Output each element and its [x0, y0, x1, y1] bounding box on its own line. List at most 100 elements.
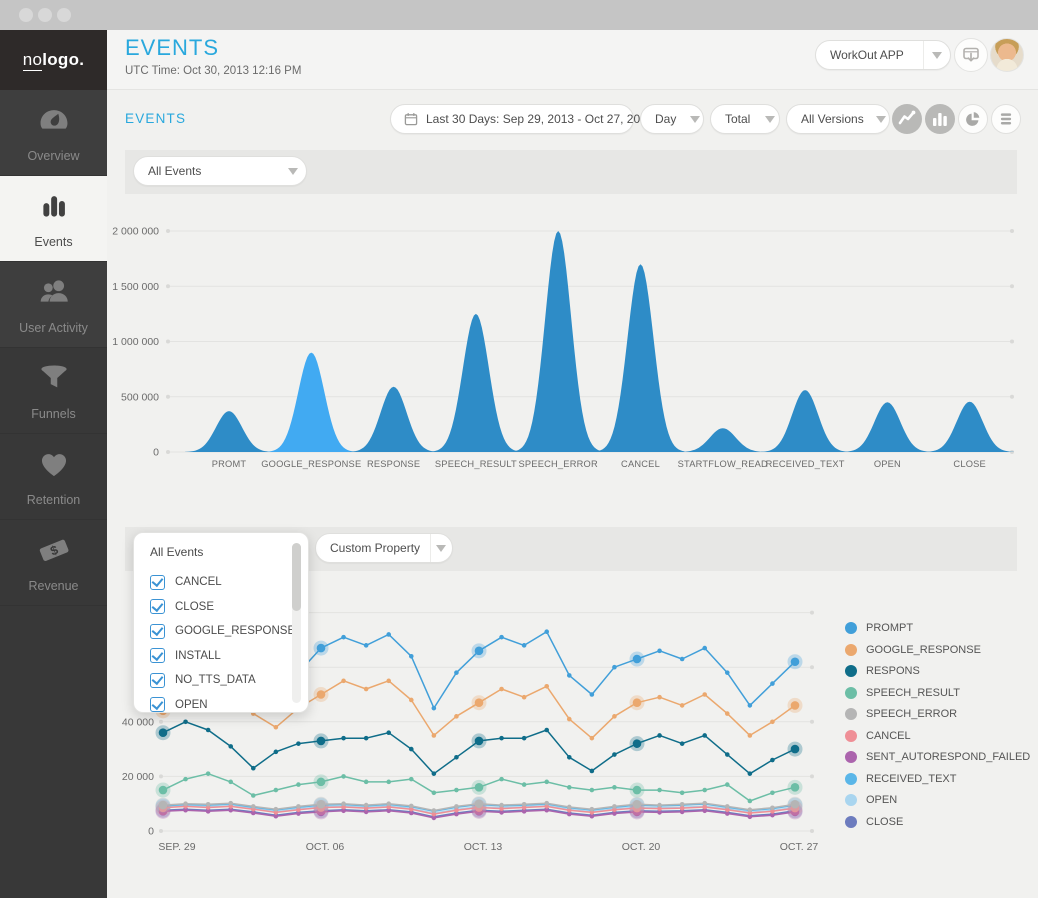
events-filter-dropdown[interactable]: All Events: [133, 156, 307, 186]
legend-item-close[interactable]: CLOSE: [845, 816, 1030, 828]
data-point[interactable]: [159, 786, 168, 795]
data-point[interactable]: [409, 747, 414, 752]
data-point[interactable]: [454, 804, 459, 809]
data-point[interactable]: [748, 799, 753, 804]
data-point[interactable]: [590, 692, 595, 697]
data-point[interactable]: [317, 778, 326, 787]
legend-item-respons[interactable]: RESPONS: [845, 665, 1030, 677]
data-point[interactable]: [748, 807, 753, 812]
data-point[interactable]: [475, 647, 484, 656]
user-avatar[interactable]: [990, 38, 1024, 72]
sidebar-item-overview[interactable]: Overview: [0, 90, 107, 176]
versions-dropdown[interactable]: All Versions: [786, 104, 890, 134]
window-control-dot[interactable]: [57, 8, 71, 22]
data-point[interactable]: [296, 782, 301, 787]
data-point[interactable]: [657, 803, 662, 808]
data-point[interactable]: [499, 635, 504, 640]
data-point[interactable]: [791, 800, 800, 809]
data-point[interactable]: [228, 744, 233, 749]
data-point[interactable]: [770, 681, 775, 686]
logo[interactable]: nologo.: [0, 30, 107, 90]
checkbox-checked-icon[interactable]: [150, 599, 165, 614]
data-point[interactable]: [725, 752, 730, 757]
window-control-dot[interactable]: [38, 8, 52, 22]
data-point[interactable]: [522, 736, 527, 741]
legend-item-received_text[interactable]: RECEIVED_TEXT: [845, 773, 1030, 785]
data-point[interactable]: [364, 687, 369, 692]
data-point[interactable]: [544, 684, 549, 689]
data-point[interactable]: [791, 783, 800, 792]
data-point[interactable]: [386, 730, 391, 735]
sidebar-item-funnels[interactable]: Funnels: [0, 348, 107, 434]
data-point[interactable]: [791, 701, 800, 710]
event-curve-speech_result[interactable]: [432, 314, 520, 452]
data-point[interactable]: [274, 807, 279, 812]
checkbox-checked-icon[interactable]: [150, 624, 165, 639]
data-point[interactable]: [725, 711, 730, 716]
data-point[interactable]: [364, 803, 369, 808]
data-point[interactable]: [725, 670, 730, 675]
data-point[interactable]: [454, 755, 459, 760]
checkbox-checked-icon[interactable]: [150, 575, 165, 590]
data-point[interactable]: [454, 788, 459, 793]
data-point[interactable]: [702, 733, 707, 738]
data-point[interactable]: [748, 733, 753, 738]
data-point[interactable]: [590, 788, 595, 793]
data-point[interactable]: [432, 706, 437, 711]
data-point[interactable]: [702, 801, 707, 806]
sidebar-item-revenue[interactable]: $Revenue: [0, 520, 107, 606]
menu-view-button[interactable]: [991, 104, 1021, 134]
data-point[interactable]: [432, 733, 437, 738]
data-point[interactable]: [432, 790, 437, 795]
data-point[interactable]: [228, 780, 233, 785]
data-point[interactable]: [633, 655, 642, 664]
data-point[interactable]: [251, 793, 256, 798]
data-point[interactable]: [475, 783, 484, 792]
legend-item-open[interactable]: OPEN: [845, 794, 1030, 806]
data-point[interactable]: [770, 720, 775, 725]
data-point[interactable]: [770, 805, 775, 810]
data-point[interactable]: [499, 777, 504, 782]
panel-scrollbar[interactable]: [292, 543, 301, 703]
data-point[interactable]: [274, 788, 279, 793]
data-point[interactable]: [251, 804, 256, 809]
data-point[interactable]: [702, 692, 707, 697]
data-point[interactable]: [612, 714, 617, 719]
data-point[interactable]: [633, 698, 642, 707]
data-point[interactable]: [274, 750, 279, 755]
event-option-install[interactable]: INSTALL: [150, 644, 294, 669]
data-point[interactable]: [633, 739, 642, 748]
granularity-dropdown[interactable]: Day: [640, 104, 704, 134]
data-point[interactable]: [386, 632, 391, 637]
data-point[interactable]: [567, 755, 572, 760]
data-point[interactable]: [475, 737, 484, 746]
data-point[interactable]: [499, 803, 504, 808]
event-curve-close[interactable]: [926, 402, 1014, 452]
event-curve-open[interactable]: [843, 402, 931, 452]
data-point[interactable]: [499, 687, 504, 692]
data-point[interactable]: [680, 657, 685, 662]
event-curve-promt[interactable]: [185, 411, 273, 452]
event-option-no_tts_data[interactable]: NO_TTS_DATA: [150, 668, 294, 693]
data-point[interactable]: [567, 805, 572, 810]
legend-item-cancel[interactable]: CANCEL: [845, 730, 1030, 742]
metric-dropdown[interactable]: Total: [710, 104, 780, 134]
data-point[interactable]: [590, 736, 595, 741]
data-point[interactable]: [341, 635, 346, 640]
data-point[interactable]: [612, 785, 617, 790]
data-point[interactable]: [657, 788, 662, 793]
data-point[interactable]: [317, 800, 326, 809]
data-point[interactable]: [386, 780, 391, 785]
data-point[interactable]: [567, 785, 572, 790]
data-point[interactable]: [159, 801, 168, 810]
legend-item-sent_autorespond_failed[interactable]: SENT_AUTORESPOND_FAILED: [845, 751, 1030, 763]
data-point[interactable]: [386, 801, 391, 806]
data-point[interactable]: [725, 782, 730, 787]
legend-item-google_response[interactable]: GOOGLE_RESPONSE: [845, 644, 1030, 656]
data-point[interactable]: [341, 801, 346, 806]
bar-chart-view-button[interactable]: [925, 104, 955, 134]
data-point[interactable]: [317, 737, 326, 746]
legend-item-speech_error[interactable]: SPEECH_ERROR: [845, 708, 1030, 720]
event-option-google_response[interactable]: GOOGLE_RESPONSE: [150, 619, 294, 644]
data-point[interactable]: [454, 670, 459, 675]
